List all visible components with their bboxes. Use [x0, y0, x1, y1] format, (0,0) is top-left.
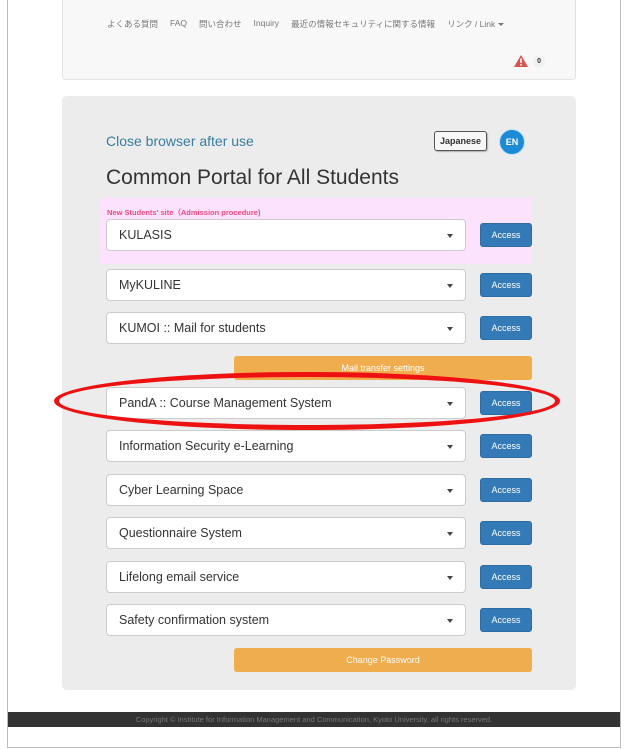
chevron-down-icon [447, 619, 453, 623]
chevron-down-icon [447, 445, 453, 449]
service-select-questionnaire[interactable]: Questionnaire System [106, 517, 466, 549]
service-select-value: Safety confirmation system [119, 613, 270, 627]
alert-indicator[interactable]: 0 [514, 55, 545, 67]
nav-links: よくある質問 FAQ 問い合わせ Inquiry 最近の情報セキュリティに関する… [107, 18, 505, 30]
top-navbar: よくある質問 FAQ 問い合わせ Inquiry 最近の情報セキュリティに関する… [62, 0, 576, 80]
change-password-button[interactable]: Change Password [234, 648, 532, 672]
access-button-safety-confirmation[interactable]: Access [480, 608, 532, 632]
access-button-mykuline[interactable]: Access [480, 273, 532, 297]
alert-count-badge: 0 [533, 55, 545, 67]
access-button-kulasis[interactable]: Access [480, 223, 532, 247]
nav-link-links-label: リンク / Link [447, 19, 496, 29]
service-select-cyber-learning[interactable]: Cyber Learning Space [106, 474, 466, 506]
japanese-language-button[interactable]: Japanese [434, 131, 488, 151]
footer-copyright: Copyright © Institute for Information Ma… [8, 712, 620, 727]
service-select-safety-confirmation[interactable]: Safety confirmation system [106, 604, 466, 636]
nav-link-links-dropdown[interactable]: リンク / Link [447, 18, 505, 30]
access-button-panda[interactable]: Access [480, 391, 532, 415]
nav-link-faq[interactable]: FAQ [170, 18, 187, 30]
new-students-label: New Students' site（Admission procedure) [107, 208, 261, 217]
chevron-down-icon [447, 576, 453, 580]
nav-link-inquiry-ja[interactable]: 問い合わせ [199, 18, 242, 30]
service-select-security-elearning[interactable]: Information Security e-Learning [106, 430, 466, 462]
page-title: Common Portal for All Students [106, 166, 399, 189]
nav-link-faq-ja[interactable]: よくある質問 [107, 18, 158, 30]
service-select-value: KUMOI :: Mail for students [119, 321, 266, 335]
service-row-lifelong-email: Lifelong email service Access [106, 561, 532, 593]
portal-panel: Close browser after use Japanese EN Comm… [62, 96, 576, 690]
service-row-security-elearning: Information Security e-Learning Access [106, 430, 532, 462]
access-button-questionnaire[interactable]: Access [480, 521, 532, 545]
service-select-value: Cyber Learning Space [119, 483, 244, 497]
chevron-down-icon [447, 327, 453, 331]
service-select-value: Questionnaire System [119, 526, 242, 540]
service-select-kumoi[interactable]: KUMOI :: Mail for students [106, 312, 466, 344]
service-row-cyber-learning: Cyber Learning Space Access [106, 474, 532, 506]
service-select-value: Information Security e-Learning [119, 439, 294, 453]
chevron-down-icon [447, 532, 453, 536]
mail-transfer-settings-button[interactable]: Mail transfer settings [234, 356, 532, 380]
service-row-kulasis: KULASIS Access [106, 219, 532, 251]
service-select-kulasis[interactable]: KULASIS [106, 219, 466, 251]
service-select-value: KULASIS [119, 228, 172, 242]
chevron-down-icon [447, 489, 453, 493]
chevron-down-icon [447, 402, 453, 406]
close-browser-notice: Close browser after use [106, 133, 254, 149]
service-row-panda: PandA :: Course Management System Access [106, 387, 532, 419]
chevron-down-icon [447, 284, 453, 288]
service-select-lifelong-email[interactable]: Lifelong email service [106, 561, 466, 593]
caret-down-icon [498, 23, 505, 27]
warning-icon [514, 55, 529, 67]
nav-link-security-info[interactable]: 最近の情報セキュリティに関する情報 [291, 18, 435, 30]
service-row-mykuline: MyKULINE Access [106, 269, 532, 301]
nav-link-inquiry[interactable]: Inquiry [254, 18, 280, 30]
service-row-questionnaire: Questionnaire System Access [106, 517, 532, 549]
service-row-kumoi: KUMOI :: Mail for students Access [106, 312, 532, 344]
access-button-cyber-learning[interactable]: Access [480, 478, 532, 502]
english-language-button[interactable]: EN [500, 130, 524, 154]
service-select-value: Lifelong email service [119, 570, 240, 584]
service-select-value: MyKULINE [119, 278, 181, 292]
service-row-safety-confirmation: Safety confirmation system Access [106, 604, 532, 636]
chevron-down-icon [447, 234, 453, 238]
service-select-value: PandA :: Course Management System [119, 396, 332, 410]
access-button-security-elearning[interactable]: Access [480, 434, 532, 458]
access-button-lifelong-email[interactable]: Access [480, 565, 532, 589]
service-select-panda[interactable]: PandA :: Course Management System [106, 387, 466, 419]
access-button-kumoi[interactable]: Access [480, 316, 532, 340]
service-select-mykuline[interactable]: MyKULINE [106, 269, 466, 301]
